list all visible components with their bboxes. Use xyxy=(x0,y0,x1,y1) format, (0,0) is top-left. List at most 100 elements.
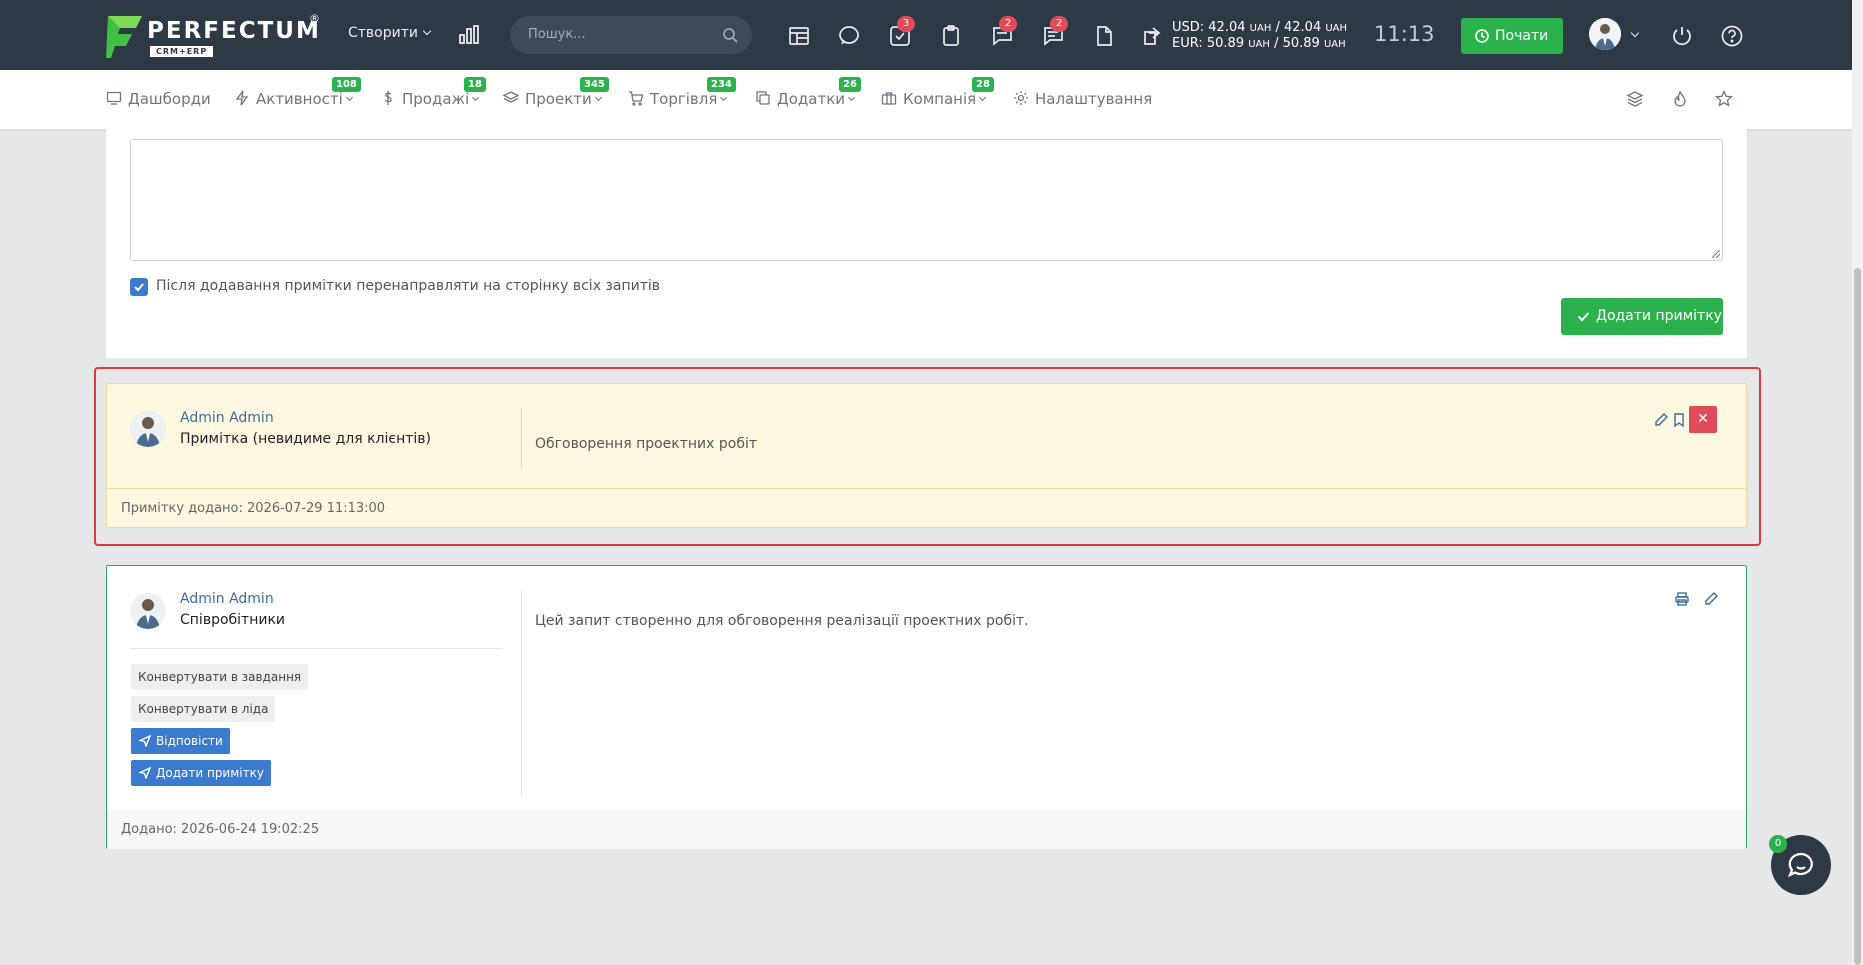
request-text: Цей запит створенно для обговорення реал… xyxy=(535,613,1029,629)
chevron-down-icon[interactable] xyxy=(1630,28,1640,38)
create-menu[interactable]: Створити xyxy=(348,25,432,41)
edit-icon[interactable] xyxy=(1653,412,1669,428)
divider xyxy=(130,648,503,649)
convert-to-task-button[interactable]: Конвертувати в завдання xyxy=(131,664,309,690)
dollar-icon xyxy=(385,91,392,105)
start-timer-button[interactable]: Почати xyxy=(1461,18,1563,54)
monitor-icon xyxy=(106,91,122,105)
convert-to-lead-button[interactable]: Конвертувати в ліда xyxy=(131,696,276,722)
edit-icon[interactable] xyxy=(1703,591,1719,607)
checkmark-icon xyxy=(134,283,144,292)
reply-button[interactable]: Відповісти xyxy=(131,728,230,754)
nav-item-activities[interactable]: Активності xyxy=(234,90,353,110)
nav-item-sales[interactable]: Продажі xyxy=(380,90,480,110)
page-scrollbar[interactable] xyxy=(1852,0,1863,965)
note-textarea[interactable] xyxy=(130,139,1723,261)
search-box[interactable]: Пошук... xyxy=(510,16,752,54)
eur-rate: EUR: 50.89 xyxy=(1172,36,1245,51)
nav-item-addons[interactable]: Додатки xyxy=(755,90,856,110)
nav-badge-projects: 345 xyxy=(580,77,609,92)
logo[interactable]: PERFECTUM ® CRM+ERP xyxy=(106,12,326,60)
chevron-down-icon xyxy=(847,93,856,102)
lightning-icon xyxy=(235,90,249,106)
brand-subtitle: CRM+ERP xyxy=(150,46,214,57)
brand-registered-mark: ® xyxy=(309,12,320,25)
nav-item-projects[interactable]: Проекти xyxy=(502,90,602,110)
bookmark-icon[interactable] xyxy=(1671,412,1687,428)
gear-icon xyxy=(1014,91,1028,105)
request-department: Співробітники xyxy=(180,612,286,628)
redirect-checkbox[interactable] xyxy=(130,278,148,296)
nav-badge-addons: 26 xyxy=(839,77,861,92)
exchange-icon[interactable] xyxy=(1141,24,1165,48)
briefcase-icon xyxy=(881,92,897,105)
logo-mark-icon xyxy=(106,16,142,58)
close-icon: ✕ xyxy=(1697,411,1709,427)
chevron-down-icon xyxy=(472,93,480,102)
divider xyxy=(521,590,522,798)
note-author-avatar xyxy=(130,411,166,447)
send-icon xyxy=(139,735,151,747)
nav-item-company[interactable]: Компанія xyxy=(881,90,987,110)
note-card: Admin Admin Примітка (невидиме для клієн… xyxy=(106,383,1747,528)
chevron-down-icon xyxy=(594,93,602,102)
help-icon[interactable] xyxy=(1720,24,1744,48)
nav-badge-company: 28 xyxy=(972,77,994,92)
note-type: Примітка (невидиме для клієнтів) xyxy=(180,431,431,447)
layers-icon[interactable] xyxy=(1626,90,1644,108)
add-note-request-button[interactable]: Додати примітку xyxy=(131,760,271,786)
request-author-avatar xyxy=(130,593,166,629)
request-card: Admin Admin Співробітники Конвертувати в… xyxy=(106,565,1747,849)
power-icon[interactable] xyxy=(1670,24,1694,48)
chevron-down-icon xyxy=(720,93,728,102)
nav-item-settings[interactable]: Налаштування xyxy=(1013,90,1152,110)
bar-chart-icon[interactable] xyxy=(457,23,481,47)
nav-item-dashboards[interactable]: Дашборди xyxy=(106,90,211,110)
brand-name: PERFECTUM xyxy=(147,18,321,44)
redirect-checkbox-label[interactable]: Після додавання примітки перенаправляти … xyxy=(156,278,660,294)
calendar-table-icon[interactable] xyxy=(787,24,811,48)
currency-rates: USD: 42.04 UAH / 42.04 UAH EUR: 50.89 UA… xyxy=(1172,20,1348,51)
chevron-down-icon xyxy=(979,93,987,102)
tasks-badge: 3 xyxy=(897,16,915,32)
note-text: Обговорення проектних робіт xyxy=(535,436,758,452)
clipboard-icon[interactable] xyxy=(939,24,963,48)
add-note-label: Додати примітку xyxy=(1596,308,1722,324)
user-avatar[interactable] xyxy=(1589,18,1621,50)
nav-badge-activities: 108 xyxy=(332,77,361,92)
main-nav: Дашборди Активності 108 Продажі 18 Проек… xyxy=(0,70,1852,129)
document-icon[interactable] xyxy=(1092,24,1116,48)
messages-badge: 2 xyxy=(999,16,1017,32)
scrollbar-thumb[interactable] xyxy=(1854,268,1861,965)
chat-badge: 0 xyxy=(1769,835,1787,853)
send-icon xyxy=(139,767,151,779)
request-added-date: Додано: 2026-06-24 19:02:25 xyxy=(121,822,320,837)
copy-icon xyxy=(756,91,770,105)
nav-badge-sales: 18 xyxy=(464,77,486,92)
clock-icon xyxy=(1475,29,1489,43)
delete-note-button[interactable]: ✕ xyxy=(1689,406,1717,433)
search-input[interactable]: Пошук... xyxy=(528,27,586,42)
note-author[interactable]: Admin Admin xyxy=(180,410,274,426)
comments-badge: 2 xyxy=(1050,16,1068,32)
clock: 11:13 xyxy=(1374,22,1435,46)
resize-grip-icon[interactable] xyxy=(1712,250,1720,258)
top-bar: PERFECTUM ® CRM+ERP Створити Пошук... 3 … xyxy=(0,0,1852,70)
fire-icon[interactable] xyxy=(1671,90,1689,108)
cart-icon xyxy=(629,91,644,106)
note-added-date: Примітку додано: 2026-07-29 11:13:00 xyxy=(121,501,386,516)
chat-bubble-icon xyxy=(1787,852,1813,878)
checkmark-icon xyxy=(1577,312,1590,322)
chat-bubble-icon[interactable] xyxy=(837,24,861,48)
note-footer: Примітку додано: 2026-07-29 11:13:00 xyxy=(107,488,1746,528)
search-icon[interactable] xyxy=(722,27,738,43)
divider xyxy=(521,408,522,468)
layers-icon xyxy=(502,91,520,103)
nav-item-trade[interactable]: Торгівля xyxy=(628,90,728,110)
print-icon[interactable] xyxy=(1674,591,1690,607)
request-author[interactable]: Admin Admin xyxy=(180,591,274,607)
add-note-button[interactable]: Додати примітку xyxy=(1561,298,1723,335)
create-label: Створити xyxy=(348,25,418,41)
chevron-down-icon xyxy=(345,93,353,102)
star-icon[interactable] xyxy=(1715,90,1733,108)
